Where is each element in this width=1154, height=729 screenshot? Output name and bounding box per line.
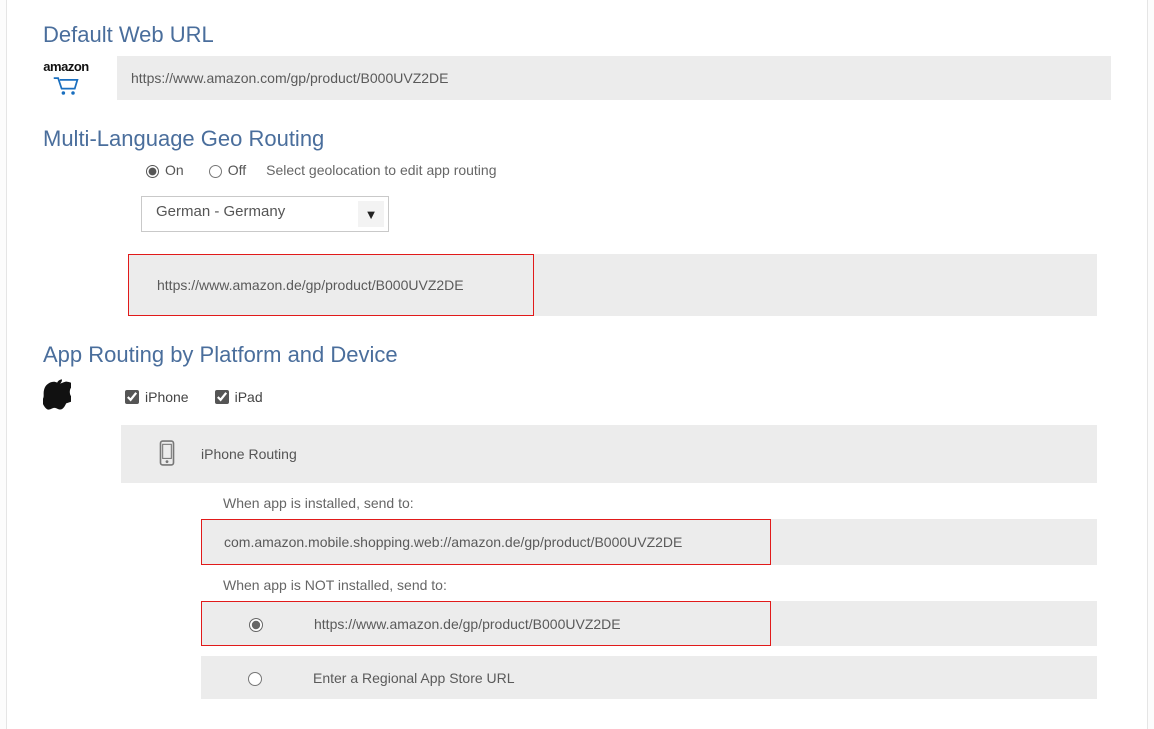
amazon-logo: amazon — [43, 60, 89, 97]
amazon-logo-text: amazon — [43, 60, 89, 73]
fallback-web-option[interactable]: https://www.amazon.de/gp/product/B000UVZ… — [201, 601, 771, 646]
geo-on-radio-label[interactable]: On — [141, 162, 184, 178]
fallback-web-radio[interactable] — [249, 618, 263, 632]
phone-icon — [159, 440, 177, 469]
installed-scheme-url-value: com.amazon.mobile.shopping.web://amazon.… — [224, 534, 682, 550]
when-not-installed-label: When app is NOT installed, send to: — [223, 577, 1111, 593]
geo-off-radio-label[interactable]: Off — [204, 162, 246, 178]
default-web-url-heading: Default Web URL — [43, 22, 1111, 48]
apple-icon — [43, 378, 77, 415]
geo-on-radio[interactable] — [146, 165, 159, 178]
geo-routing-heading: Multi-Language Geo Routing — [43, 126, 1111, 152]
iphone-routing-title: iPhone Routing — [201, 446, 297, 462]
ipad-checkbox[interactable] — [215, 390, 229, 404]
default-url-value: https://www.amazon.com/gp/product/B000UV… — [131, 70, 448, 86]
when-installed-label: When app is installed, send to: — [223, 495, 1111, 511]
fallback-appstore-option[interactable]: Enter a Regional App Store URL — [201, 656, 1097, 699]
iphone-checkbox-label[interactable]: iPhone — [121, 387, 189, 407]
fallback-appstore-radio[interactable] — [248, 672, 262, 686]
geo-on-text: On — [165, 162, 184, 178]
fallback-web-extend — [771, 601, 1097, 646]
geo-locale-selected: German - Germany — [156, 203, 285, 220]
fallback-appstore-label: Enter a Regional App Store URL — [313, 670, 515, 686]
default-url-input[interactable]: https://www.amazon.com/gp/product/B000UV… — [117, 56, 1111, 100]
geo-locale-url-extend — [534, 254, 1097, 316]
shopping-cart-icon — [52, 75, 80, 97]
geo-off-radio[interactable] — [209, 165, 222, 178]
geo-locale-url-value: https://www.amazon.de/gp/product/B000UVZ… — [157, 277, 464, 293]
iphone-checkbox-text: iPhone — [145, 389, 189, 405]
ipad-checkbox-label[interactable]: iPad — [211, 387, 263, 407]
chevron-down-icon: ▼ — [358, 201, 384, 227]
installed-scheme-url-input[interactable]: com.amazon.mobile.shopping.web://amazon.… — [201, 519, 771, 565]
fallback-web-url: https://www.amazon.de/gp/product/B000UVZ… — [314, 616, 621, 632]
geo-locale-select[interactable]: German - Germany ▼ — [141, 196, 389, 232]
app-routing-heading: App Routing by Platform and Device — [43, 342, 1111, 368]
iphone-checkbox[interactable] — [125, 390, 139, 404]
installed-scheme-extend — [771, 519, 1097, 565]
ipad-checkbox-text: iPad — [235, 389, 263, 405]
geo-hint-text: Select geolocation to edit app routing — [266, 162, 496, 178]
iphone-routing-header: iPhone Routing — [121, 425, 1097, 483]
geo-locale-url-input[interactable]: https://www.amazon.de/gp/product/B000UVZ… — [128, 254, 534, 316]
geo-off-text: Off — [228, 162, 246, 178]
